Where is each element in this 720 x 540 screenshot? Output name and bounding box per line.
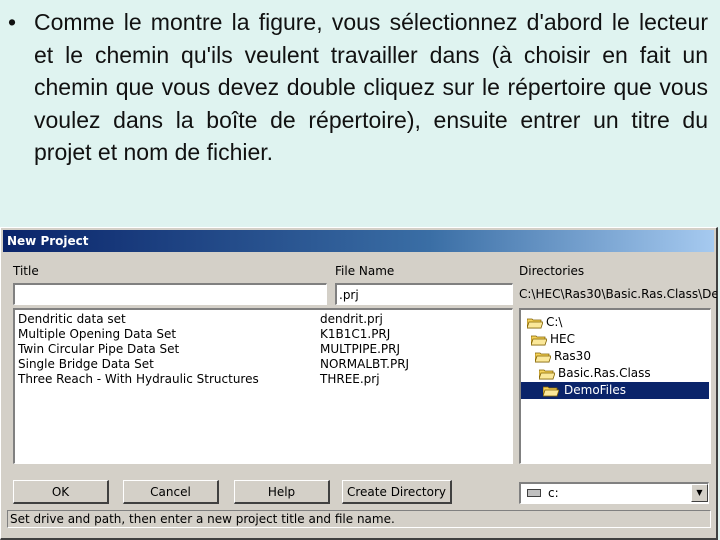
directory-item-basic-ras-class[interactable]: Basic.Ras.Class bbox=[521, 365, 709, 382]
project-title-item[interactable]: Twin Circular Pipe Data Set bbox=[15, 342, 315, 357]
current-path: C:\HEC\Ras30\Basic.Ras.Class\De bbox=[519, 287, 717, 301]
project-file-item[interactable]: MULTPIPE.PRJ bbox=[320, 342, 510, 357]
directory-label: C:\ bbox=[546, 315, 563, 329]
directory-item-demofiles[interactable]: DemoFiles bbox=[521, 382, 709, 399]
new-project-dialog: New Project Title File Name Directories … bbox=[0, 227, 718, 540]
drive-select[interactable]: c: ▼ bbox=[519, 482, 709, 504]
project-title-item[interactable]: Dendritic data set bbox=[15, 312, 315, 327]
directory-label: HEC bbox=[550, 332, 575, 346]
file-name-label: File Name bbox=[335, 264, 395, 278]
directory-label: DemoFiles bbox=[562, 383, 628, 397]
help-button[interactable]: Help bbox=[234, 480, 330, 504]
cancel-button[interactable]: Cancel bbox=[123, 480, 219, 504]
chevron-down-icon[interactable]: ▼ bbox=[691, 484, 708, 502]
open-folder-icon bbox=[535, 352, 551, 362]
directory-tree: C:\ HEC Ras30 Basic.Ras.Class DemoFiles bbox=[521, 314, 709, 399]
project-file-item[interactable]: THREE.prj bbox=[320, 372, 510, 387]
status-bar: Set drive and path, then enter a new pro… bbox=[7, 510, 711, 528]
slide-paragraph: Comme le montre la figure, vous sélectio… bbox=[34, 9, 708, 165]
project-file-item[interactable]: K1B1C1.PRJ bbox=[320, 327, 510, 342]
project-file-item[interactable]: dendrit.prj bbox=[320, 312, 510, 327]
drive-icon bbox=[527, 489, 541, 497]
directory-label: Ras30 bbox=[554, 349, 591, 363]
project-title-column: Dendritic data set Multiple Opening Data… bbox=[15, 312, 315, 387]
open-folder-icon bbox=[527, 318, 543, 328]
directories-label: Directories bbox=[519, 264, 585, 278]
project-file-item[interactable]: NORMALBT.PRJ bbox=[320, 357, 510, 372]
ok-button[interactable]: OK bbox=[13, 480, 109, 504]
project-file-column: dendrit.prj K1B1C1.PRJ MULTPIPE.PRJ NORM… bbox=[320, 312, 510, 387]
open-folder-icon bbox=[543, 386, 559, 396]
project-title-item[interactable]: Multiple Opening Data Set bbox=[15, 327, 315, 342]
directory-item-ras30[interactable]: Ras30 bbox=[521, 348, 709, 365]
directory-label: Basic.Ras.Class bbox=[558, 366, 651, 380]
create-directory-button[interactable]: Create Directory bbox=[342, 480, 452, 504]
directory-item-hec[interactable]: HEC bbox=[521, 331, 709, 348]
open-folder-icon bbox=[531, 335, 547, 345]
open-folder-icon bbox=[539, 369, 555, 379]
slide-text: • Comme le montre la figure, vous sélect… bbox=[8, 6, 708, 169]
directory-item-root[interactable]: C:\ bbox=[521, 314, 709, 331]
project-title-item[interactable]: Three Reach - With Hydraulic Structures bbox=[15, 372, 315, 387]
dialog-titlebar[interactable]: New Project bbox=[3, 230, 714, 252]
bullet: • bbox=[8, 9, 17, 35]
project-title-item[interactable]: Single Bridge Data Set bbox=[15, 357, 315, 372]
project-listbox[interactable]: Dendritic data set Multiple Opening Data… bbox=[13, 308, 513, 464]
title-input[interactable] bbox=[13, 283, 327, 305]
directory-listbox[interactable]: C:\ HEC Ras30 Basic.Ras.Class DemoFiles bbox=[519, 308, 711, 464]
title-label: Title bbox=[13, 264, 39, 278]
drive-value: c: bbox=[548, 486, 559, 500]
file-name-input[interactable] bbox=[335, 283, 513, 305]
